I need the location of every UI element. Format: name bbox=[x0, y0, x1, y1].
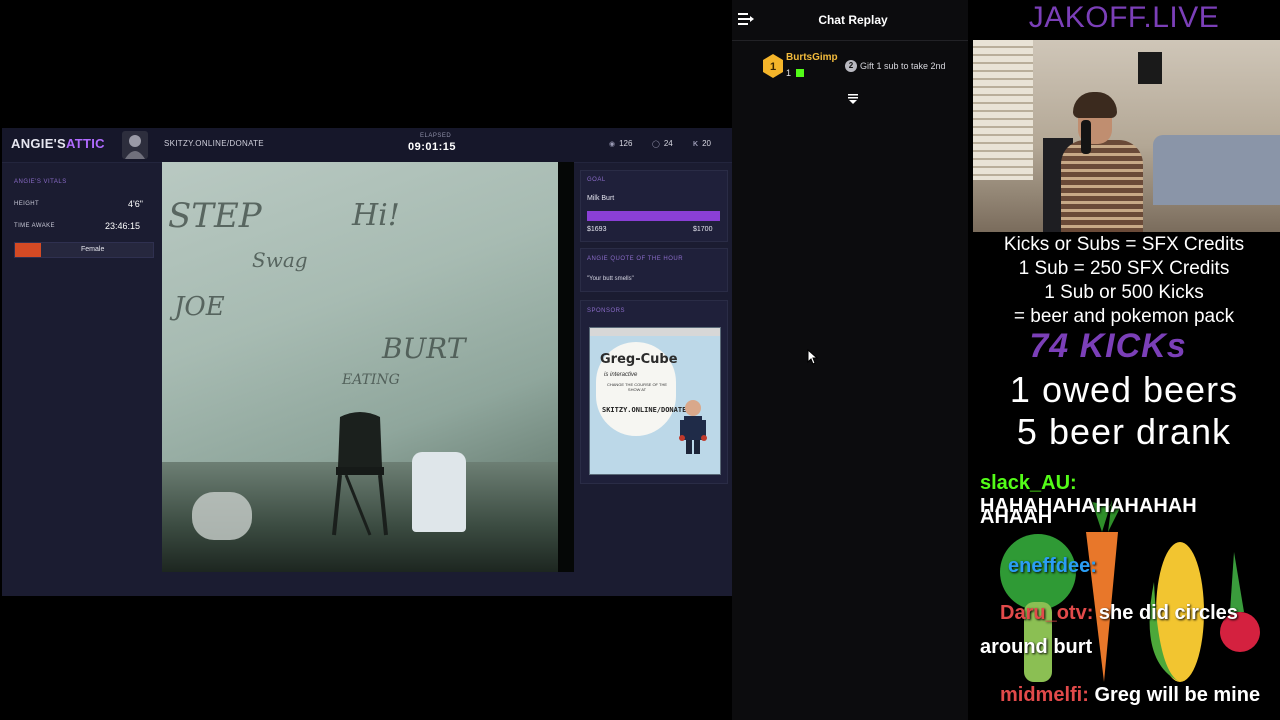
chat-message: around burt bbox=[980, 636, 1092, 659]
gold-rank-badge-icon: 1 bbox=[763, 54, 783, 78]
info-line: 1 Sub = 250 SFX Credits bbox=[1018, 258, 1230, 279]
time-awake-value: 23:46:15 bbox=[105, 221, 141, 231]
elapsed-label: ELAPSED bbox=[420, 133, 452, 139]
brand-accent-text: ATTIC bbox=[66, 136, 105, 151]
graffiti: JOE bbox=[174, 292, 225, 322]
goal-target: $1700 bbox=[693, 226, 713, 233]
ad-title: Greg-Cube bbox=[600, 352, 678, 367]
quote-title: ANGIE QUOTE OF THE HOUR bbox=[587, 256, 684, 262]
gift-icon bbox=[796, 69, 804, 77]
sponsor-ad-image: Greg-Cube is interactive CHANGE THE COUR… bbox=[589, 327, 721, 475]
ad-small-text: CHANGE THE COURSE OF THE SHOW AT bbox=[606, 382, 668, 392]
sponsors-title: SPONSORS bbox=[587, 308, 626, 314]
graffiti: STEP bbox=[168, 196, 262, 236]
gift-prompt: Gift 1 sub to take 2nd bbox=[860, 61, 946, 71]
sponsors-panel: SPONSORS Greg-Cube is interactive CHANGE… bbox=[580, 300, 728, 484]
wall-poster bbox=[1138, 52, 1162, 84]
quote-panel: ANGIE QUOTE OF THE HOUR "Your butt smell… bbox=[580, 248, 728, 292]
kicks-counter: 74 KICKs bbox=[1029, 327, 1187, 365]
chat-username: slack_AU: bbox=[980, 472, 1077, 494]
chat-text: Greg will be mine bbox=[1094, 684, 1261, 706]
kick-count: K 20 bbox=[693, 139, 711, 148]
webcam-feed-streamer bbox=[973, 40, 1280, 232]
sub-count-value: 24 bbox=[663, 139, 673, 148]
gender-indicator: Female bbox=[14, 242, 154, 258]
stream-video-player[interactable]: ANGIE'SATTIC SKITZY.ONLINE/DONATE ELAPSE… bbox=[0, 0, 732, 720]
info-line: = beer and pokemon pack bbox=[1013, 306, 1235, 327]
overlay-header: ANGIE'SATTIC SKITZY.ONLINE/DONATE ELAPSE… bbox=[2, 128, 732, 163]
gender-swatch bbox=[15, 243, 41, 257]
chat-username: midmelfi: bbox=[1000, 684, 1089, 706]
quote-text: "Your butt smells" bbox=[587, 276, 634, 282]
goal-current: $1693 bbox=[587, 226, 607, 233]
goal-progress-bar bbox=[587, 211, 720, 221]
chat-text: AHAAH bbox=[980, 506, 1053, 528]
time-awake-label: TIME AWAKE bbox=[14, 223, 55, 229]
donate-url: SKITZY.ONLINE/DONATE bbox=[164, 139, 264, 148]
chat-text: around burt bbox=[980, 636, 1093, 658]
brand-logo: ANGIE'SATTIC bbox=[11, 136, 105, 151]
microphone bbox=[1081, 120, 1091, 154]
ad-subtitle: is interactive bbox=[604, 372, 638, 378]
chat-text: she did circles bbox=[1098, 602, 1238, 624]
sub-count: ◯ 24 bbox=[652, 139, 673, 148]
chat-replay-panel: Chat Replay 1 BurtsGimp 1 2 Gift 1 sub t… bbox=[732, 0, 968, 720]
chat-message: Daru_otv: she did circles bbox=[1000, 602, 1238, 625]
channel-title: JAKOFF.LIVE bbox=[1028, 1, 1220, 34]
subs-icon: ◯ bbox=[652, 141, 660, 148]
ad-window-bar bbox=[590, 328, 720, 336]
divider bbox=[732, 40, 968, 41]
folding-chair bbox=[332, 412, 388, 536]
ad-url: SKITZY.ONLINE/DONATE bbox=[602, 406, 687, 414]
gender-label: Female bbox=[81, 246, 105, 253]
beers-drank-counter: 5 beer drank bbox=[1016, 411, 1232, 452]
stream-side-overlay: JAKOFF.LIVE Kicks or Subs = SFX Credits … bbox=[968, 0, 1280, 720]
webcam-feed-attic: STEP Hi! JOE BURT Swag EATING bbox=[162, 162, 574, 572]
cam-edge bbox=[558, 162, 574, 572]
elapsed-timer: 09:01:15 bbox=[408, 141, 457, 153]
trash-pile bbox=[192, 492, 252, 540]
window-blinds bbox=[973, 40, 1033, 180]
second-rank-badge: 2 bbox=[845, 60, 857, 72]
graffiti: Swag bbox=[252, 248, 308, 272]
graffiti: Hi! bbox=[352, 198, 400, 233]
owed-beers-counter: 1 owed beers bbox=[1009, 369, 1239, 410]
viewers-icon: ◉ bbox=[609, 141, 616, 148]
kick-count-value: 20 bbox=[702, 139, 711, 148]
kick-icon: K bbox=[693, 141, 699, 148]
stream-overlay: ANGIE'SATTIC SKITZY.ONLINE/DONATE ELAPSE… bbox=[2, 128, 732, 596]
brand-main-text: ANGIE'S bbox=[11, 136, 67, 151]
streamer-hair bbox=[1073, 92, 1117, 118]
goal-panel: GOAL Milk Burt $1693 $1700 bbox=[580, 170, 728, 242]
graffiti: EATING bbox=[342, 372, 400, 388]
graffiti: BURT bbox=[382, 332, 466, 365]
info-line: 1 Sub or 500 Kicks bbox=[1044, 282, 1204, 303]
bed bbox=[1153, 135, 1280, 205]
vitals-title: ANGIE'S VITALS bbox=[14, 179, 67, 185]
vitals-panel: ANGIE'S VITALS HEIGHT 4'6" TIME AWAKE 23… bbox=[10, 170, 156, 260]
viewer-count-value: 126 bbox=[619, 139, 633, 148]
ad-character bbox=[679, 400, 707, 454]
expand-leaderboard-icon[interactable] bbox=[847, 93, 859, 105]
streamer-body bbox=[1061, 140, 1143, 232]
chat-message: AHAAH bbox=[980, 506, 1052, 529]
info-line: Kicks or Subs = SFX Credits bbox=[1003, 234, 1245, 255]
chat-replay-title: Chat Replay bbox=[818, 13, 888, 27]
goal-name: Milk Burt bbox=[587, 195, 615, 202]
height-label: HEIGHT bbox=[14, 201, 40, 207]
chat-username: eneffdee: bbox=[1008, 555, 1097, 577]
viewer-count: ◉ 126 bbox=[609, 139, 632, 148]
chat-message: eneffdee: bbox=[1008, 555, 1097, 578]
streamer-avatar bbox=[122, 131, 148, 159]
gifter-rank: 1 bbox=[770, 61, 776, 73]
top-gifter-name[interactable]: BurtsGimp bbox=[786, 52, 838, 63]
trash-bag bbox=[412, 452, 466, 532]
goal-title: GOAL bbox=[587, 177, 606, 183]
height-value: 4'6" bbox=[128, 199, 143, 209]
mouse-cursor-icon bbox=[807, 349, 819, 365]
chat-message: midmelfi: Greg will be mine bbox=[1000, 684, 1260, 707]
top-gifter-count: 1 bbox=[786, 68, 792, 78]
chat-username: Daru_otv: bbox=[1000, 602, 1094, 624]
